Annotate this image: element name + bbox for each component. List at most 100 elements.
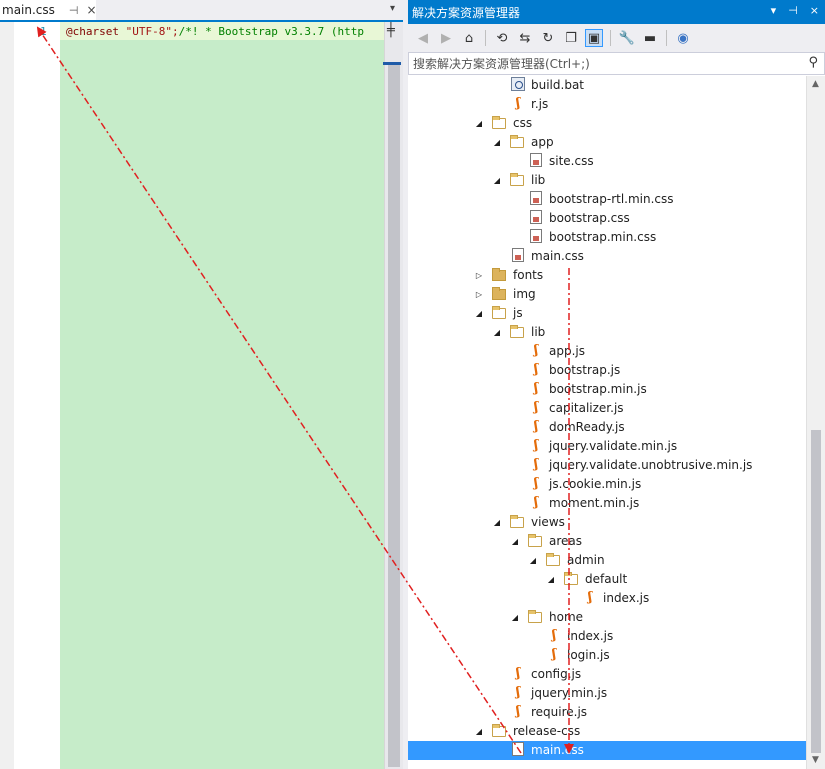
window-position-dropdown-icon[interactable]: ▾	[771, 4, 777, 17]
scroll-up-icon[interactable]: ▲	[812, 79, 819, 89]
code-text-area[interactable]: @charset "UTF-8";/*! * Bootstrap v3.3.7 …	[60, 22, 384, 769]
home-icon[interactable]: ⌂	[460, 29, 478, 47]
tree-folder-node[interactable]: ◢ home	[408, 608, 806, 627]
auto-hide-pin-icon[interactable]: ⊣	[788, 4, 798, 17]
tree-file-node[interactable]: ʃ login.js	[408, 646, 806, 665]
tree-file-node[interactable]: bootstrap.css	[408, 209, 806, 228]
tree-folder-node[interactable]: ◢ admin	[408, 551, 806, 570]
editor-tab-bar: main.css ⊣ × ▾	[0, 0, 403, 22]
tree-node-label: img	[513, 287, 536, 301]
sync-with-document-icon[interactable]: ⇆	[516, 29, 534, 47]
split-window-icon[interactable]: ╪	[387, 23, 395, 38]
editor-vertical-scrollbar[interactable]: ╪	[383, 22, 403, 769]
tree-folder-node[interactable]: ◢ js	[408, 304, 806, 323]
tree-folder-node[interactable]: ◢ release-css	[408, 722, 806, 741]
collapse-arrow-icon[interactable]: ◢	[474, 114, 484, 133]
pin-icon[interactable]: ⊣	[69, 4, 79, 17]
document-tab-main-css[interactable]: main.css ⊣ ×	[0, 0, 97, 20]
code-editor: main.css ⊣ × ▾ 1 @charset "UTF-8";/*! * …	[0, 0, 403, 769]
tree-file-node[interactable]: ʃ jquery.validate.min.js	[408, 437, 806, 456]
collapse-arrow-icon[interactable]: ◢	[492, 133, 502, 152]
search-input[interactable]	[409, 56, 779, 71]
tree-node-label: areas	[549, 534, 583, 548]
tree-file-node[interactable]: ʃ r.js	[408, 95, 806, 114]
javascript-file-icon: ʃ	[587, 590, 593, 605]
tree-node-label: lib	[531, 325, 546, 339]
tab-dropdown-icon[interactable]: ▾	[390, 3, 395, 14]
collapse-arrow-icon[interactable]: ◢	[510, 532, 520, 551]
javascript-file-icon: ʃ	[533, 400, 539, 415]
collapse-all-icon[interactable]: ❐	[562, 29, 580, 47]
javascript-file-icon: ʃ	[533, 381, 539, 396]
tree-folder-node[interactable]: ◢ lib	[408, 171, 806, 190]
css-file-icon	[528, 191, 544, 207]
collapse-arrow-icon[interactable]: ◢	[474, 722, 484, 741]
tree-node-label: css	[513, 116, 533, 130]
tree-file-node[interactable]: ʃ bootstrap.min.js	[408, 380, 806, 399]
tree-file-node[interactable]: main.css	[408, 741, 806, 760]
properties-wrench-icon[interactable]: 🔧	[618, 29, 636, 47]
tree-file-node[interactable]: ʃ capitalizer.js	[408, 399, 806, 418]
tree-file-node[interactable]: bootstrap.min.css	[408, 228, 806, 247]
tree-file-node[interactable]: main.css	[408, 247, 806, 266]
tree-file-node[interactable]: ʃ index.js	[408, 589, 806, 608]
tree-node-label: capitalizer.js	[549, 401, 624, 415]
tree-folder-node[interactable]: ◢ app	[408, 133, 806, 152]
folder-open-icon	[564, 571, 580, 587]
tree-folder-node[interactable]: ▷ img	[408, 285, 806, 304]
explorer-scroll-thumb[interactable]	[811, 430, 821, 753]
collapse-arrow-icon[interactable]: ◢	[474, 304, 484, 323]
tree-file-node[interactable]: ʃ index.js	[408, 627, 806, 646]
tree-file-node[interactable]: ʃ domReady.js	[408, 418, 806, 437]
explorer-search-box[interactable]: ⚲	[408, 52, 825, 75]
tree-folder-node[interactable]: ◢ views	[408, 513, 806, 532]
show-all-files-icon[interactable]: ▣	[585, 29, 603, 47]
tree-file-node[interactable]: ʃ js.cookie.min.js	[408, 475, 806, 494]
tree-folder-node[interactable]: ◢ lib	[408, 323, 806, 342]
toolbar-separator	[666, 30, 667, 46]
refresh-icon[interactable]: ↻	[539, 29, 557, 47]
editor-margin	[0, 22, 14, 769]
explorer-vertical-scrollbar[interactable]: ▲ ▼	[806, 76, 825, 769]
tree-file-node[interactable]: build.bat	[408, 76, 806, 95]
search-icon[interactable]: ⚲	[808, 55, 818, 70]
toolbar-separator	[610, 30, 611, 46]
scroll-down-icon[interactable]: ▼	[812, 755, 819, 765]
tree-folder-node[interactable]: ▷ fonts	[408, 266, 806, 285]
tree-node-label: admin	[567, 553, 605, 567]
tree-file-node[interactable]: ʃ jquery.validate.unobtrusive.min.js	[408, 456, 806, 475]
javascript-file-icon: ʃ	[533, 476, 539, 491]
tree-folder-node[interactable]: ◢ css	[408, 114, 806, 133]
tree-node-label: main.css	[531, 743, 584, 757]
collapse-arrow-icon[interactable]: ◢	[492, 171, 502, 190]
forward-icon[interactable]: ▶	[437, 29, 455, 47]
tree-node-label: lib	[531, 173, 546, 187]
tree-file-node[interactable]: ʃ config.js	[408, 665, 806, 684]
minus-icon[interactable]: ▬	[641, 29, 659, 47]
code-token-at-rule: @charset	[66, 25, 119, 38]
tree-file-node[interactable]: site.css	[408, 152, 806, 171]
back-icon[interactable]: ◀	[414, 29, 432, 47]
collapse-arrow-icon[interactable]: ◢	[492, 513, 502, 532]
expand-arrow-icon[interactable]: ▷	[474, 285, 484, 304]
collapse-arrow-icon[interactable]: ◢	[528, 551, 538, 570]
explorer-toolbar: ◀ ▶ ⌂ ⟲ ⇆ ↻ ❐ ▣ 🔧 ▬ ◉	[408, 24, 825, 52]
collapse-arrow-icon[interactable]: ◢	[492, 323, 502, 342]
tree-node-label: login.js	[567, 648, 610, 662]
collapse-arrow-icon[interactable]: ◢	[546, 570, 556, 589]
tree-file-node[interactable]: ʃ require.js	[408, 703, 806, 722]
collapse-arrow-icon[interactable]: ◢	[510, 608, 520, 627]
pending-changes-filter-icon[interactable]: ⟲	[493, 29, 511, 47]
close-icon[interactable]: ×	[87, 3, 97, 17]
tree-file-node[interactable]: bootstrap-rtl.min.css	[408, 190, 806, 209]
tree-file-node[interactable]: ʃ app.js	[408, 342, 806, 361]
tree-file-node[interactable]: ʃ moment.min.js	[408, 494, 806, 513]
tree-folder-node[interactable]: ◢ default	[408, 570, 806, 589]
tree-folder-node[interactable]: ◢ areas	[408, 532, 806, 551]
editor-scroll-thumb[interactable]	[388, 62, 400, 767]
tree-file-node[interactable]: ʃ jquery.min.js	[408, 684, 806, 703]
close-icon[interactable]: ×	[810, 4, 819, 17]
preview-selected-items-icon[interactable]: ◉	[674, 29, 692, 47]
expand-arrow-icon[interactable]: ▷	[474, 266, 484, 285]
tree-file-node[interactable]: ʃ bootstrap.js	[408, 361, 806, 380]
